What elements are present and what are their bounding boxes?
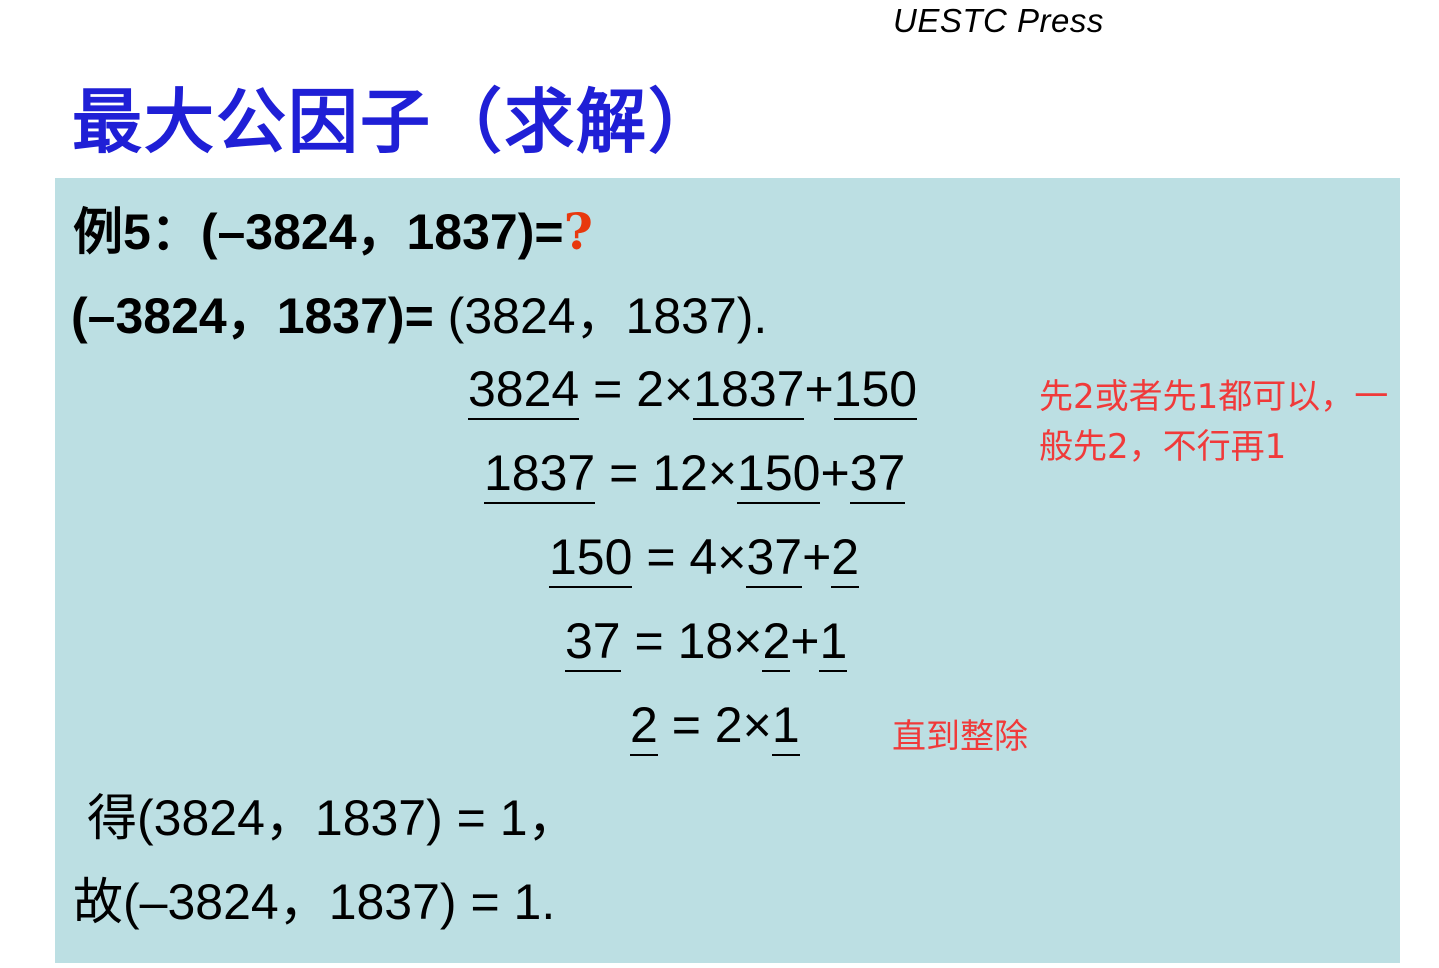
step-3: 150 = 4×37+2: [549, 528, 860, 588]
step-plus: +: [820, 445, 850, 501]
step-remainder: 37: [849, 447, 906, 504]
step-lhs: 150: [549, 531, 633, 588]
step-plus: +: [802, 529, 832, 585]
step-quotient: 18×: [677, 613, 763, 669]
restate-bold: (–3824，1837)=: [71, 288, 434, 344]
step-divisor: 1837: [693, 363, 805, 420]
step-quotient: 4×: [689, 529, 747, 585]
step-eq: =: [579, 361, 637, 417]
step-eq: =: [657, 697, 715, 753]
step-lhs: 3824: [468, 363, 580, 420]
step-quotient: 2×: [714, 697, 772, 753]
step-plus: +: [790, 613, 820, 669]
example-label: 例5：: [73, 204, 201, 260]
step-remainder: 150: [833, 363, 918, 420]
result-line-1: 得(3824，1837) = 1，: [87, 790, 578, 846]
step-remainder: 2: [831, 531, 860, 588]
order-note-line2: 般先2，不行再1: [1039, 427, 1287, 467]
step-2: 1837 = 12×150+37: [484, 444, 906, 504]
step-remainder: 1: [819, 615, 848, 672]
step-5: 2 = 2×1: [630, 696, 800, 756]
step-divisor: 2: [762, 615, 791, 672]
step-eq: =: [632, 529, 690, 585]
step-lhs: 37: [565, 615, 621, 672]
example-expression: (–3824，1837)=: [200, 204, 564, 260]
step-divisor: 37: [746, 531, 803, 588]
step-quotient: 12×: [652, 445, 738, 501]
step-eq: =: [595, 445, 653, 501]
step-quotient: 2×: [636, 361, 694, 417]
step-lhs: 2: [630, 699, 658, 756]
step-eq: =: [620, 613, 678, 669]
restate-plain: (3824，1837).: [433, 288, 768, 344]
example-line: 例5：(–3824，1837)=?: [73, 192, 593, 264]
step-divisor: 150: [737, 447, 821, 504]
step-plus: +: [804, 361, 834, 417]
step-1: 3824 = 2×1837+150: [468, 360, 918, 420]
step-divisor: 1: [771, 699, 800, 756]
restate-line: (–3824，1837)= (3824，1837).: [71, 276, 767, 348]
order-note-line1: 先2或者先1都可以，一: [1039, 377, 1389, 417]
question-mark: ?: [563, 202, 593, 261]
until-divisible-note: 直到整除: [892, 717, 1028, 757]
result-line-2: 故(–3824，1837) = 1.: [73, 874, 556, 930]
publisher-label: UESTC Press: [893, 2, 1104, 39]
step-lhs: 1837: [484, 447, 596, 504]
step-4: 37 = 18×2+1: [565, 612, 848, 672]
slide-title: 最大公因子（求解）: [72, 80, 720, 163]
